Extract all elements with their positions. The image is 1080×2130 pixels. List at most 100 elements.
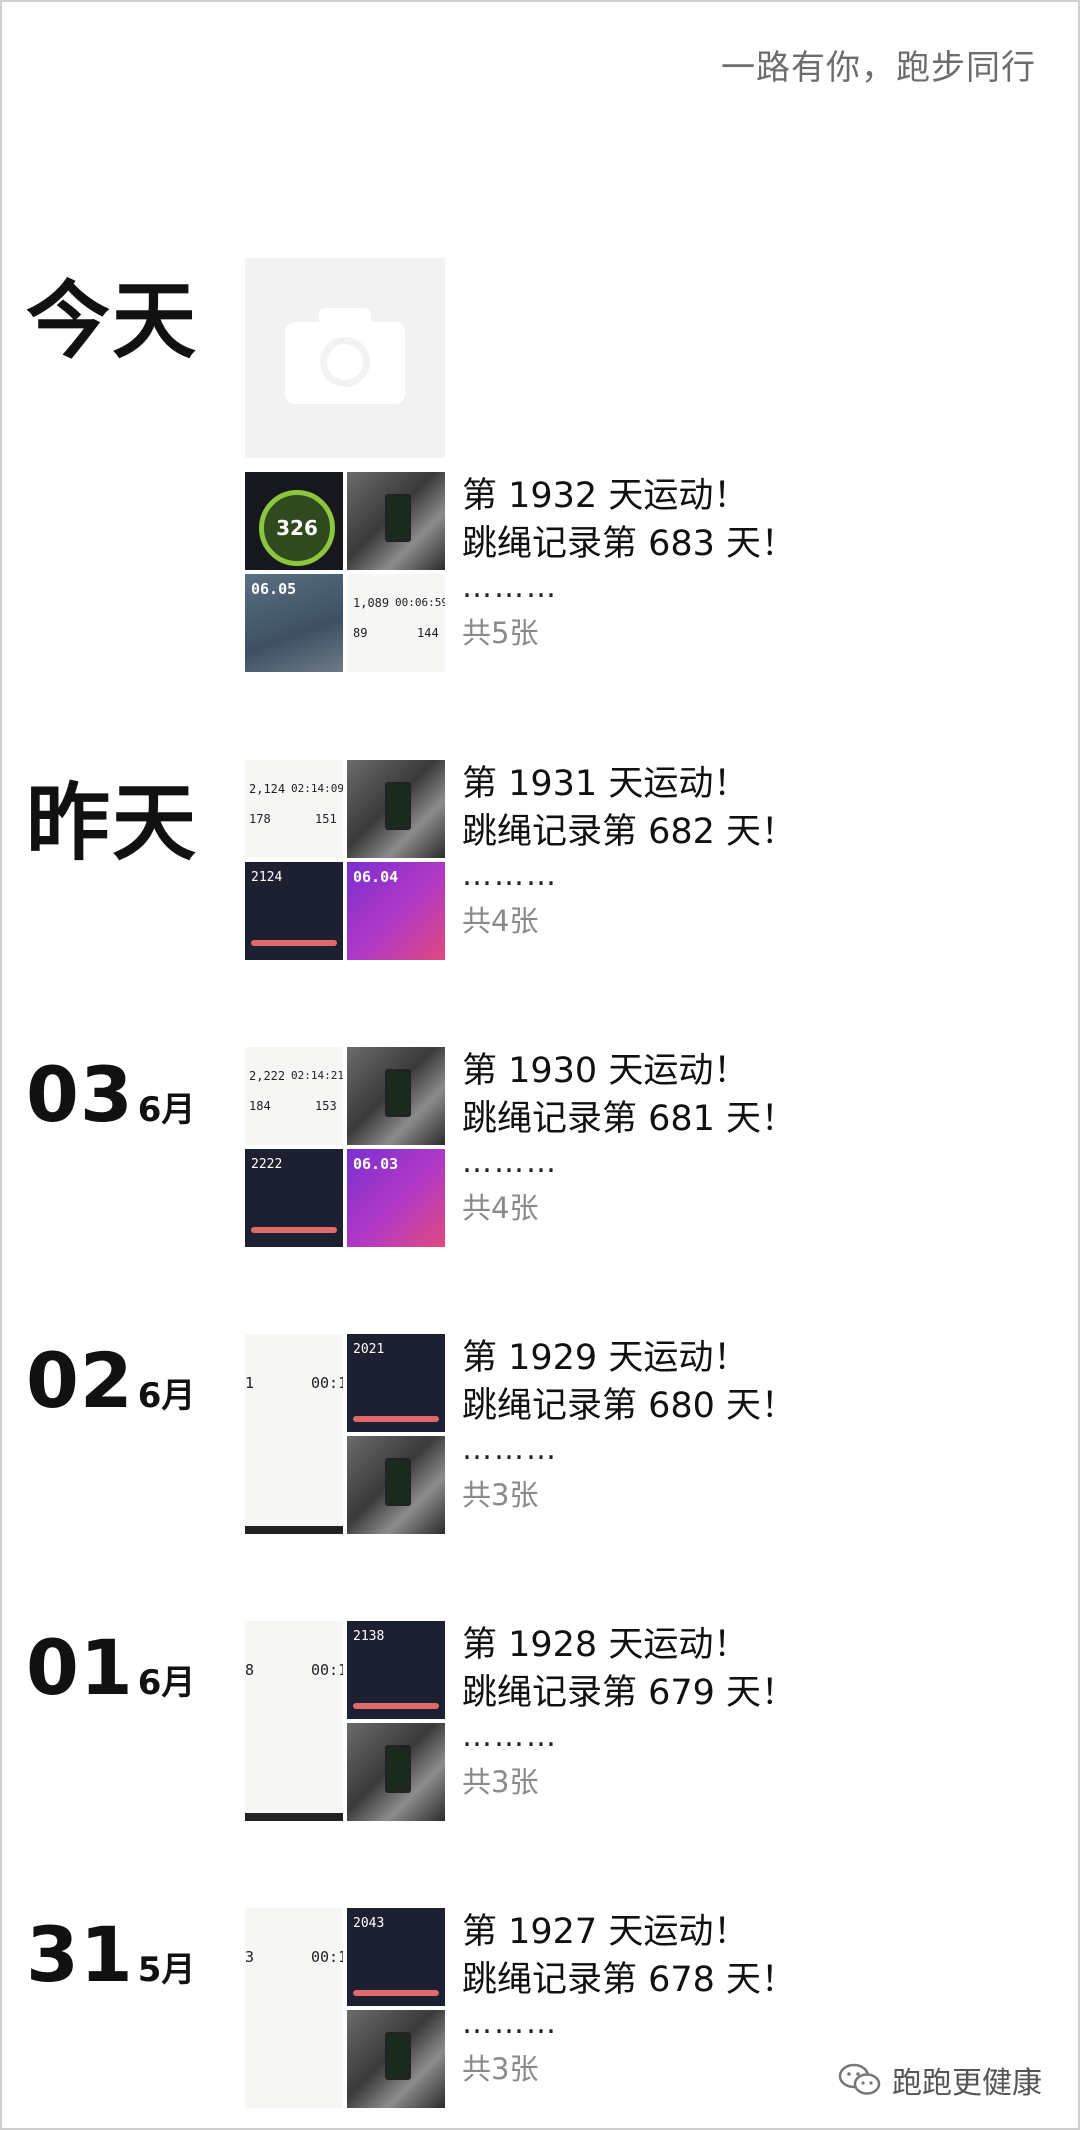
photo-thumbnail[interactable]: 1,089 00:06:59 89 144 bbox=[347, 574, 445, 672]
thumb-stat: 153 bbox=[315, 1099, 337, 1113]
watermark-text: 跑跑更健康 bbox=[892, 2066, 1042, 2101]
photo-thumbnail[interactable] bbox=[347, 760, 445, 858]
photo-thumbnail[interactable]: 06.04 bbox=[347, 862, 445, 960]
photo-thumbnail[interactable] bbox=[347, 472, 445, 570]
photo-grid[interactable]: 8 00:1 2138 bbox=[245, 1621, 445, 1821]
entry-ellipsis: ……… bbox=[462, 570, 558, 605]
thumb-stat: 2124 bbox=[251, 870, 283, 885]
photo-thumbnail[interactable] bbox=[347, 1047, 445, 1145]
thumb-stat: 2,124 bbox=[249, 782, 286, 796]
entry-line1: 第 1930 天运动！ bbox=[462, 1051, 749, 1091]
device-image bbox=[385, 1069, 411, 1117]
entry-ellipsis: ……… bbox=[462, 1432, 558, 1467]
thumb-stat: 144 bbox=[417, 626, 439, 640]
photo-count: 共3张 bbox=[462, 1478, 539, 1512]
entry-text: 第 1930 天运动！ 跳绳记录第 681 天！ ……… 共4张 bbox=[462, 1047, 796, 1233]
thumb-stat: 2043 bbox=[353, 1916, 385, 1931]
entry-text: 第 1931 天运动！ 跳绳记录第 682 天！ ……… 共4张 bbox=[462, 760, 796, 946]
photo-thumbnail[interactable] bbox=[347, 1436, 445, 1534]
photo-thumbnail[interactable]: 06.03 bbox=[347, 1149, 445, 1247]
entry-text: 第 1932 天运动！ 跳绳记录第 683 天！ ……… 共5张 bbox=[462, 472, 796, 658]
photo-thumbnail[interactable]: 2138 bbox=[347, 1621, 445, 1719]
photo-count: 共3张 bbox=[462, 2052, 539, 2086]
date-label: 03 6月 bbox=[26, 1050, 196, 1139]
date-label: 31 5月 bbox=[26, 1910, 196, 1999]
device-image bbox=[385, 494, 411, 542]
photo-grid[interactable]: 2,124 02:14:09 178 151 2124 06.04 bbox=[245, 760, 445, 960]
thumb-stat: 1 bbox=[245, 1374, 255, 1392]
entry-line2: 跳绳记录第 678 天！ bbox=[462, 1960, 797, 2000]
entry-ellipsis: ……… bbox=[462, 2006, 558, 2041]
photo-thumbnail[interactable]: 2043 bbox=[347, 1908, 445, 2006]
camera-icon bbox=[285, 308, 405, 404]
photo-thumbnail[interactable]: 8 00:1 bbox=[245, 1621, 343, 1821]
thumb-stat: 00:1 bbox=[311, 1661, 343, 1679]
entry-line2: 跳绳记录第 682 天！ bbox=[462, 812, 797, 852]
post-photo-button[interactable] bbox=[245, 258, 445, 458]
photo-thumbnail[interactable]: 326 bbox=[245, 472, 343, 570]
photo-thumbnail[interactable]: 2124 bbox=[245, 862, 343, 960]
entry-line1: 第 1932 天运动！ bbox=[462, 476, 749, 516]
thumb-stat: 1,089 bbox=[353, 596, 390, 610]
account-watermark: 跑跑更健康 bbox=[838, 2058, 1042, 2102]
photo-grid[interactable]: 1 00:1 2021 bbox=[245, 1334, 445, 1534]
thumb-stat: 3 bbox=[245, 1948, 255, 1966]
thumb-stat: 2138 bbox=[353, 1629, 385, 1644]
entry-text: 第 1928 天运动！ 跳绳记录第 679 天！ ……… 共3张 bbox=[462, 1621, 796, 1807]
thumb-stat: 00:06:59 bbox=[395, 596, 445, 609]
photo-thumbnail[interactable]: 3 00:1 bbox=[245, 1908, 343, 2108]
photo-grid[interactable]: 2,222 02:14:21 184 153 2222 06.03 bbox=[245, 1047, 445, 1247]
thumb-date: 06.04 bbox=[353, 868, 399, 886]
entry-line1: 第 1927 天运动！ bbox=[462, 1912, 749, 1952]
entry-line2: 跳绳记录第 679 天！ bbox=[462, 1673, 797, 1713]
thumb-stat: 2222 bbox=[251, 1157, 283, 1172]
photo-grid[interactable]: 326 06.05 1,089 00:06:59 89 144 bbox=[245, 472, 445, 672]
photo-thumbnail[interactable] bbox=[347, 1723, 445, 1821]
device-image bbox=[385, 782, 411, 830]
thumb-stat: 02:14:21 bbox=[291, 1069, 343, 1082]
photo-count: 共4张 bbox=[462, 1191, 539, 1225]
thumb-stat: 00:1 bbox=[311, 1374, 343, 1392]
progress-bar bbox=[251, 940, 337, 946]
photo-thumbnail[interactable]: 2021 bbox=[347, 1334, 445, 1432]
entry-line1: 第 1929 天运动！ bbox=[462, 1338, 749, 1378]
entry-ellipsis: ……… bbox=[462, 1719, 558, 1754]
photo-thumbnail[interactable] bbox=[347, 2010, 445, 2108]
photo-thumbnail[interactable]: 2222 bbox=[245, 1149, 343, 1247]
entry-text: 第 1929 天运动！ 跳绳记录第 680 天！ ……… 共3张 bbox=[462, 1334, 796, 1520]
date-label: 01 6月 bbox=[26, 1623, 196, 1712]
thumb-stat: 8 bbox=[245, 1661, 255, 1679]
photo-thumbnail[interactable]: 2,124 02:14:09 178 151 bbox=[245, 760, 343, 858]
thumb-stat: 89 bbox=[353, 626, 368, 640]
profile-signature: 一路有你，跑步同行 bbox=[721, 48, 1036, 88]
photo-grid[interactable]: 3 00:1 2043 bbox=[245, 1908, 445, 2108]
photo-count: 共3张 bbox=[462, 1765, 539, 1799]
thumb-stat: 00:1 bbox=[311, 1948, 343, 1966]
entry-text: 第 1927 天运动！ 跳绳记录第 678 天！ ……… 共3张 bbox=[462, 1908, 796, 2094]
entry-line2: 跳绳记录第 683 天！ bbox=[462, 524, 797, 564]
photo-thumbnail[interactable]: 06.05 bbox=[245, 574, 343, 672]
entry-line1: 第 1931 天运动！ bbox=[462, 764, 749, 804]
progress-bar bbox=[353, 1703, 439, 1709]
entry-ellipsis: ……… bbox=[462, 1145, 558, 1180]
thumb-stat: 2021 bbox=[353, 1342, 385, 1357]
device-image bbox=[385, 2032, 411, 2080]
date-label: 今天 bbox=[26, 272, 199, 370]
progress-bar bbox=[353, 1416, 439, 1422]
thumb-stat: 02:14:09 bbox=[291, 782, 343, 795]
photo-thumbnail[interactable]: 1 00:1 bbox=[245, 1334, 343, 1534]
thumb-stat: 2,222 bbox=[249, 1069, 286, 1083]
date-label: 昨天 bbox=[26, 774, 199, 872]
count-badge: 326 bbox=[259, 490, 335, 566]
photo-thumbnail[interactable]: 2,222 02:14:21 184 153 bbox=[245, 1047, 343, 1145]
device-image bbox=[385, 1745, 411, 1793]
thumb-date: 06.03 bbox=[353, 1155, 399, 1173]
footer-strip bbox=[245, 1813, 343, 1821]
photo-count: 共5张 bbox=[462, 616, 539, 650]
entry-line2: 跳绳记录第 681 天！ bbox=[462, 1099, 797, 1139]
thumb-date: 06.05 bbox=[251, 580, 297, 598]
footer-strip bbox=[245, 1526, 343, 1534]
entry-ellipsis: ……… bbox=[462, 858, 558, 893]
device-image bbox=[385, 1458, 411, 1506]
wechat-icon bbox=[838, 2063, 881, 2095]
